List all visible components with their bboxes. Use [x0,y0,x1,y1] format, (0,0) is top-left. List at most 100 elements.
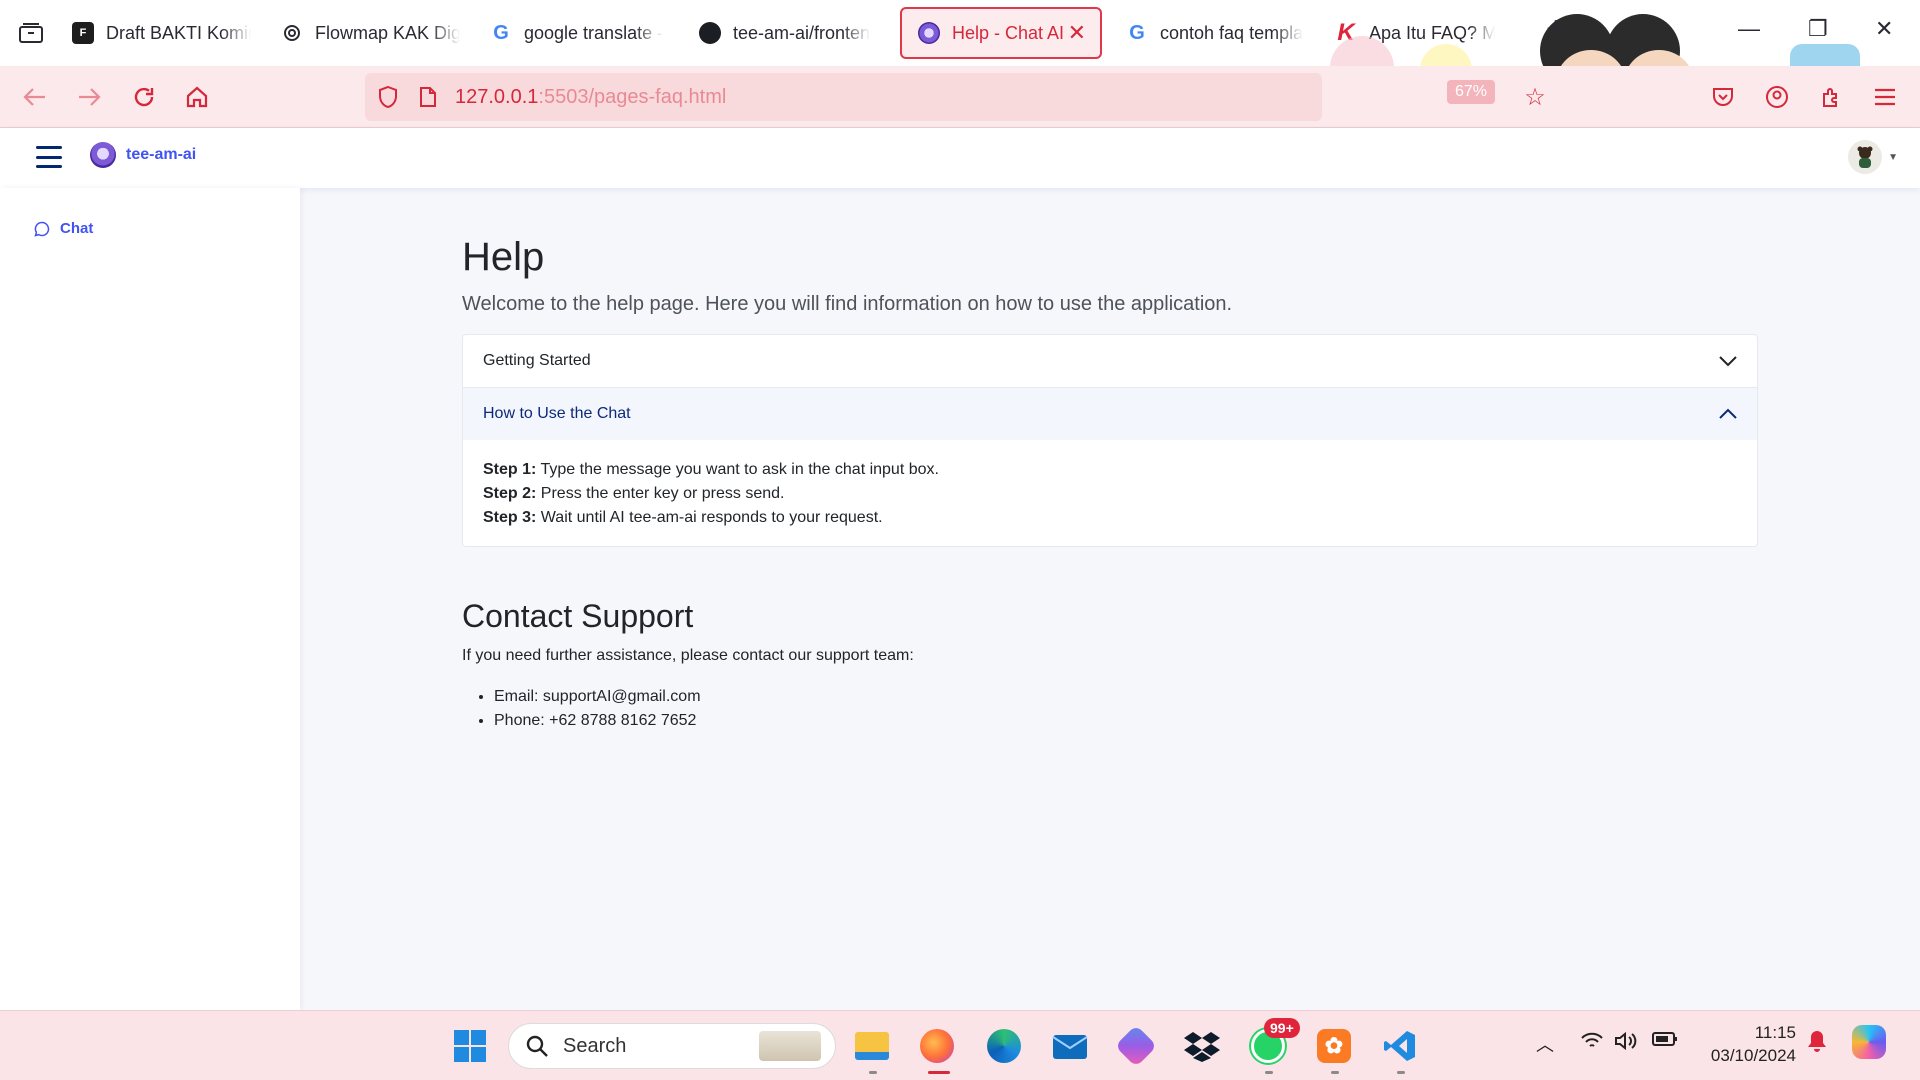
browser-tab[interactable]: F Draft BAKTI Komin [56,7,265,59]
running-indicator [1397,1071,1405,1074]
minimize-icon[interactable]: — [1738,16,1760,42]
clock-date: 03/10/2024 [1710,1046,1796,1065]
sidebar-item-label: Chat [60,220,94,237]
forward-button[interactable] [74,82,104,112]
vscode-icon[interactable] [1380,1026,1420,1066]
edge-icon[interactable] [984,1026,1024,1066]
chatgpt-icon [281,22,303,44]
start-button[interactable] [450,1026,490,1066]
account-icon[interactable] [1762,82,1792,112]
browser-tab-active[interactable]: Help - Chat AI ✕ [900,7,1102,59]
reload-icon [134,87,154,107]
chat-ai-icon [918,22,940,44]
toggle-sidebar-icon[interactable] [36,146,62,168]
browser-tab[interactable]: G contoh faq templa [1110,7,1319,59]
taskbar: Search ✿ ︿ 11:15 03/10/2024 [0,1010,1920,1080]
browser-tab[interactable]: Flowmap KAK Digi [265,7,474,59]
volume-icon[interactable] [1614,1031,1638,1056]
zoom-level[interactable]: 67% [1447,80,1496,104]
extensions-icon[interactable] [1816,82,1846,112]
home-button[interactable] [182,82,212,112]
taskbar-search[interactable]: Search [508,1023,836,1069]
faq-accordion: Getting Started How to Use the Chat Step… [462,334,1758,547]
brand-logo-link[interactable]: tee-am-ai [90,142,196,168]
step-line: Step 1: Type the message you want to ask… [483,458,1737,482]
running-indicator [1331,1071,1339,1074]
contact-support-title: Contact Support [462,598,694,634]
tab-list-icon [19,23,43,43]
system-clock[interactable]: 11:15 03/10/2024 [1711,1021,1796,1067]
search-icon [526,1035,548,1057]
close-window-icon[interactable]: ✕ [1875,16,1893,42]
app-header: tee-am-ai ▼ [0,128,1920,188]
google-icon: G [1129,21,1145,44]
running-indicator [1265,1071,1273,1074]
page-title: Help [462,235,545,279]
figma-icon: F [72,22,94,44]
sidebar: Chat [0,188,300,1010]
tab-title: contoh faq templa [1160,22,1304,43]
menu-icon[interactable] [1870,82,1900,112]
brand-name: tee-am-ai [126,146,197,163]
file-explorer-icon[interactable] [852,1026,892,1066]
github-icon [699,22,721,44]
reload-button[interactable] [129,82,159,112]
search-highlight-image [759,1031,821,1061]
close-tab-icon[interactable]: ✕ [1068,20,1086,46]
copilot-icon[interactable] [1852,1025,1886,1059]
tab-list-button[interactable] [6,8,56,58]
accordion-body: Step 1: Type the message you want to ask… [463,440,1757,546]
tab-title: google translate - [524,22,664,43]
battery-icon[interactable] [1652,1031,1678,1052]
accordion-item: How to Use the Chat Step 1: Type the mes… [463,387,1757,546]
step-label: Step 2: [483,485,537,502]
google-icon: G [493,21,509,44]
windows-icon [454,1030,486,1062]
dropbox-icon[interactable] [1182,1026,1222,1066]
contact-email: Email: supportAI@gmail.com [494,685,1758,709]
sidebar-item-chat[interactable]: Chat [34,220,93,237]
back-button[interactable] [20,82,50,112]
browser-tab[interactable]: G google translate - [474,7,683,59]
accordion-item: Getting Started [463,335,1757,387]
pocket-icon[interactable] [1708,82,1738,112]
firefox-icon[interactable] [917,1026,957,1066]
step-text: Press the enter key or press send. [540,485,785,502]
accordion-title: Getting Started [483,352,591,369]
browser-tab[interactable]: tee-am-ai/fronten [683,7,892,59]
contact-support-text: If you need further assistance, please c… [462,647,914,664]
shield-icon[interactable] [377,85,399,109]
running-indicator [928,1071,950,1074]
accordion-header-how-to-use-chat[interactable]: How to Use the Chat [463,388,1757,440]
accordion-header-getting-started[interactable]: Getting Started [463,335,1757,387]
restore-icon[interactable]: ❐ [1808,16,1828,42]
main-content: Help Welcome to the help page. Here you … [462,188,1758,733]
chevron-down-icon: ▼ [1888,151,1898,163]
profile-dropdown[interactable]: ▼ [1848,140,1898,174]
tab-title: Apa Itu FAQ? Man [1369,22,1495,43]
chat-bubble-icon [34,221,50,237]
bookmark-star-icon[interactable]: ☆ [1520,82,1550,112]
url-text: 127.0.0.1:5503/pages-faq.html [455,86,726,109]
notification-bell-icon[interactable] [1806,1029,1828,1058]
brand-logo-icon [90,142,116,168]
step-line: Step 2: Press the enter key or press sen… [483,482,1737,506]
show-hidden-icons[interactable]: ︿ [1536,1031,1554,1057]
forward-arrow-icon [79,88,101,106]
contact-list: Email: supportAI@gmail.com Phone: +62 87… [494,685,1758,733]
running-indicator [869,1071,877,1074]
copilot-app-icon[interactable] [1114,1024,1158,1068]
page-icon [420,87,436,107]
new-tab-button[interactable]: + [1546,12,1566,46]
url-host: 127.0.0.1 [455,85,539,108]
xampp-icon[interactable]: ✿ [1314,1026,1354,1066]
wifi-icon[interactable] [1580,1031,1604,1056]
step-text: Wait until AI tee-am-ai responds to your… [540,509,883,526]
home-icon [186,86,208,108]
chevron-up-icon [1719,408,1737,419]
tab-title: Flowmap KAK Digi [315,22,460,43]
mail-icon[interactable] [1050,1026,1090,1066]
tab-title: Draft BAKTI Komin [106,22,251,43]
chevron-down-icon [1719,356,1737,367]
address-bar[interactable]: 127.0.0.1:5503/pages-faq.html [365,73,1322,121]
